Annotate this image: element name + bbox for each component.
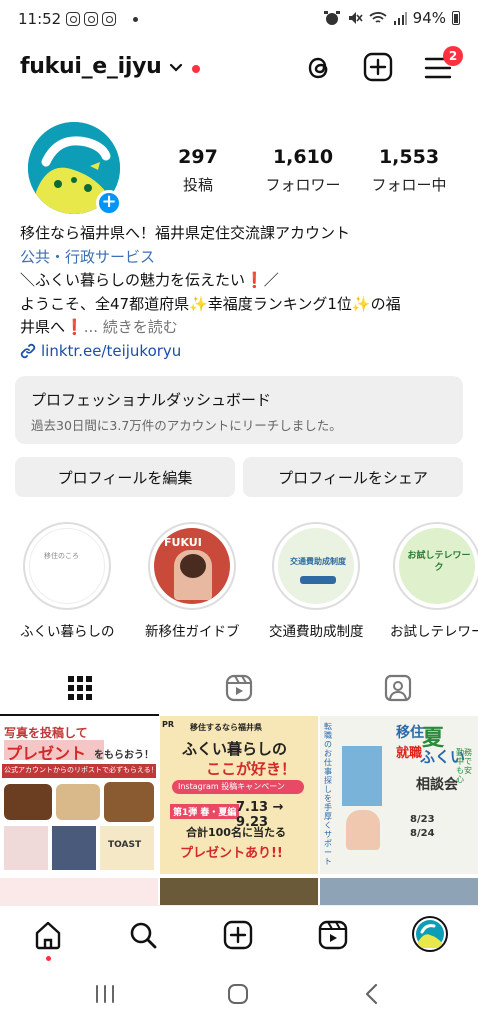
back-icon[interactable]: [364, 983, 380, 1005]
bio-link[interactable]: linktr.ee/teijukoryu: [20, 340, 465, 364]
status-right: 94%: [323, 9, 460, 27]
edit-profile-button[interactable]: プロフィールを編集: [15, 457, 235, 497]
post-thumbnail[interactable]: 写真を投稿して プレゼント をもらおう！ 公式アカウントからのリポストで必ずもら…: [0, 716, 158, 874]
highlight-label: 交通費助成制度: [269, 624, 363, 640]
highlight-ring: 交通費助成制度: [272, 522, 360, 610]
nav-home[interactable]: [33, 920, 63, 961]
stat-posts[interactable]: 297 投稿: [143, 146, 253, 195]
post-thumbnail[interactable]: PR 移住するなら福井県 ふくい暮らしの ここが好き！ Instagram 投稿…: [160, 716, 318, 874]
chevron-down-icon[interactable]: [168, 60, 184, 76]
alarm-icon: [323, 11, 340, 25]
post-grid: 写真を投稿して プレゼント をもらおう！ 公式アカウントからのリポストで必ずもら…: [0, 716, 478, 906]
sparkle-emoji: ✨: [351, 294, 371, 313]
reels-nav-icon[interactable]: [318, 920, 348, 950]
dashboard-subtitle: 過去30日間に3.7万件のアカウントにリーチしました。: [31, 418, 342, 433]
profile-action-buttons: プロフィールを編集 プロフィールをシェア: [15, 457, 463, 497]
exclamation-emoji: ❗: [65, 318, 84, 336]
stat-followers[interactable]: 1,610 フォロワー: [248, 146, 358, 195]
instagram-notif-icon: [66, 12, 80, 26]
post-thumbnail[interactable]: [160, 878, 318, 906]
threads-icon[interactable]: [304, 52, 334, 84]
notification-icons: [66, 12, 116, 26]
mute-icon: [348, 12, 363, 24]
profile-tabs: [0, 660, 478, 716]
tab-tagged[interactable]: [318, 660, 477, 716]
tab-reels[interactable]: [159, 660, 318, 716]
add-story-icon[interactable]: +: [96, 190, 122, 216]
posts-count: 297: [178, 146, 218, 168]
more-notifications-dot: [133, 17, 138, 22]
bio-line: 井県へ❗... 続きを読む: [20, 318, 178, 336]
status-time: 11:52: [18, 10, 62, 28]
highlight-thumb: FUKUI: [154, 528, 230, 604]
search-icon[interactable]: [128, 920, 158, 950]
account-switch-dot: [192, 65, 200, 73]
account-username[interactable]: fukui_e_ijyu: [20, 54, 162, 79]
highlight-item[interactable]: 交通費助成制度 交通費助成制度: [269, 522, 363, 640]
battery-percent: 94%: [412, 9, 446, 27]
profile-category[interactable]: 公共・行政サービス: [20, 246, 465, 270]
tagged-icon: [384, 674, 411, 702]
post-thumbnail[interactable]: [320, 878, 478, 906]
reels-icon: [225, 674, 252, 702]
read-more-link[interactable]: ... 続きを読む: [84, 318, 178, 336]
highlight-ring: お試しテレワーク: [393, 522, 478, 610]
dashboard-title: プロフェッショナルダッシュボード: [31, 391, 272, 409]
wifi-icon: [369, 12, 387, 23]
followers-count: 1,610: [272, 146, 334, 168]
system-navigation-bar: [0, 967, 478, 1024]
highlight-item[interactable]: FUKUI 新移住ガイドブ…: [145, 522, 239, 640]
highlight-thumb: 移住のころ: [29, 528, 105, 604]
instagram-notif-icon: [102, 12, 116, 26]
battery-icon: [452, 11, 460, 25]
profile-bio: 移住なら福井県へ！福井県定住交流課アカウント 公共・行政サービス ＼ふくい暮らし…: [20, 222, 465, 363]
following-label: フォロー中: [371, 176, 447, 194]
link-icon: [20, 344, 36, 359]
highlight-ring: 移住のころ: [23, 522, 111, 610]
recent-apps-icon[interactable]: [94, 984, 116, 1004]
highlight-item[interactable]: お試しテレワーク お試しテレワー…: [390, 522, 478, 640]
share-profile-button[interactable]: プロフィールをシェア: [243, 457, 463, 497]
bio-line: 移住なら福井県へ！福井県定住交流課アカウント: [20, 224, 351, 242]
home-button-icon[interactable]: [227, 983, 249, 1005]
profile-header: fukui_e_ijyu 2: [0, 46, 478, 90]
highlight-thumb: お試しテレワーク: [399, 528, 475, 604]
bio-link-text[interactable]: linktr.ee/teijukoryu: [41, 340, 181, 364]
tab-grid[interactable]: [0, 660, 159, 716]
bio-line: ようこそ、全47都道府県✨幸福度ランキング1位✨の福: [20, 294, 401, 313]
followers-label: フォロワー: [265, 176, 341, 194]
bottom-navigation: [0, 905, 478, 967]
home-icon: [35, 921, 61, 950]
posts-label: 投稿: [182, 176, 213, 194]
profile-mini-logo: [416, 920, 444, 948]
highlight-thumb: 交通費助成制度: [278, 528, 354, 604]
highlight-item[interactable]: 移住のころ ふくい暮らしの…: [20, 522, 114, 640]
status-bar: 11:52 94%: [0, 0, 478, 40]
instagram-notif-icon: [84, 12, 98, 26]
highlight-ring: FUKUI: [148, 522, 236, 610]
exclamation-emoji: ❗: [245, 271, 264, 289]
grid-icon: [67, 676, 92, 700]
signal-icon: [393, 12, 407, 25]
post-thumbnail[interactable]: [0, 878, 158, 906]
highlight-label: お試しテレワー…: [390, 624, 478, 640]
home-notification-dot: [46, 956, 51, 961]
highlight-label: 新移住ガイドブ…: [145, 624, 239, 640]
plus-square-icon[interactable]: [363, 52, 393, 82]
profile-avatar-icon[interactable]: [412, 916, 448, 952]
post-thumbnail[interactable]: 転職のお仕事探しを手厚くサポート 移住 就職 夏 ふくい 相談会 8/23 8/…: [320, 716, 478, 874]
profile-avatar[interactable]: +: [28, 122, 122, 216]
bio-line: ＼ふくい暮らしの魅力を伝えたい❗／: [20, 271, 279, 289]
highlight-label: ふくい暮らしの…: [20, 624, 114, 640]
menu-notification-badge: 2: [443, 46, 463, 66]
stat-following[interactable]: 1,553 フォロー中: [354, 146, 464, 195]
professional-dashboard[interactable]: プロフェッショナルダッシュボード 過去30日間に3.7万件のアカウントにリーチし…: [15, 376, 463, 444]
create-icon[interactable]: [223, 920, 253, 950]
sparkle-emoji: ✨: [189, 294, 208, 313]
following-count: 1,553: [378, 146, 440, 168]
